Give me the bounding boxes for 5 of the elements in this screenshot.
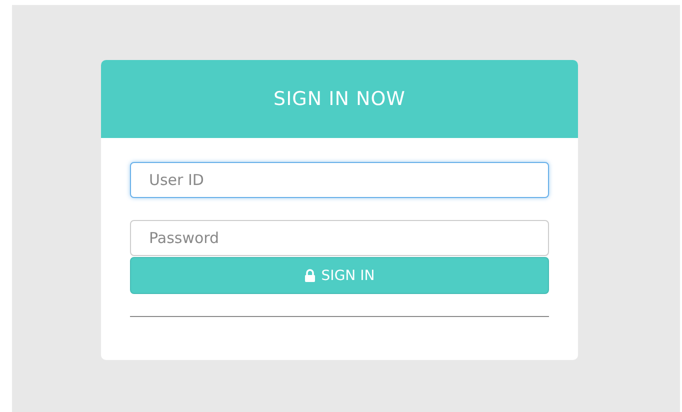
- lock-icon: [304, 269, 316, 282]
- password-field[interactable]: Password: [130, 220, 549, 256]
- sign-in-button[interactable]: SIGN IN: [130, 257, 549, 294]
- card-title: SIGN IN NOW: [274, 88, 406, 110]
- user-id-field[interactable]: User ID: [130, 162, 549, 198]
